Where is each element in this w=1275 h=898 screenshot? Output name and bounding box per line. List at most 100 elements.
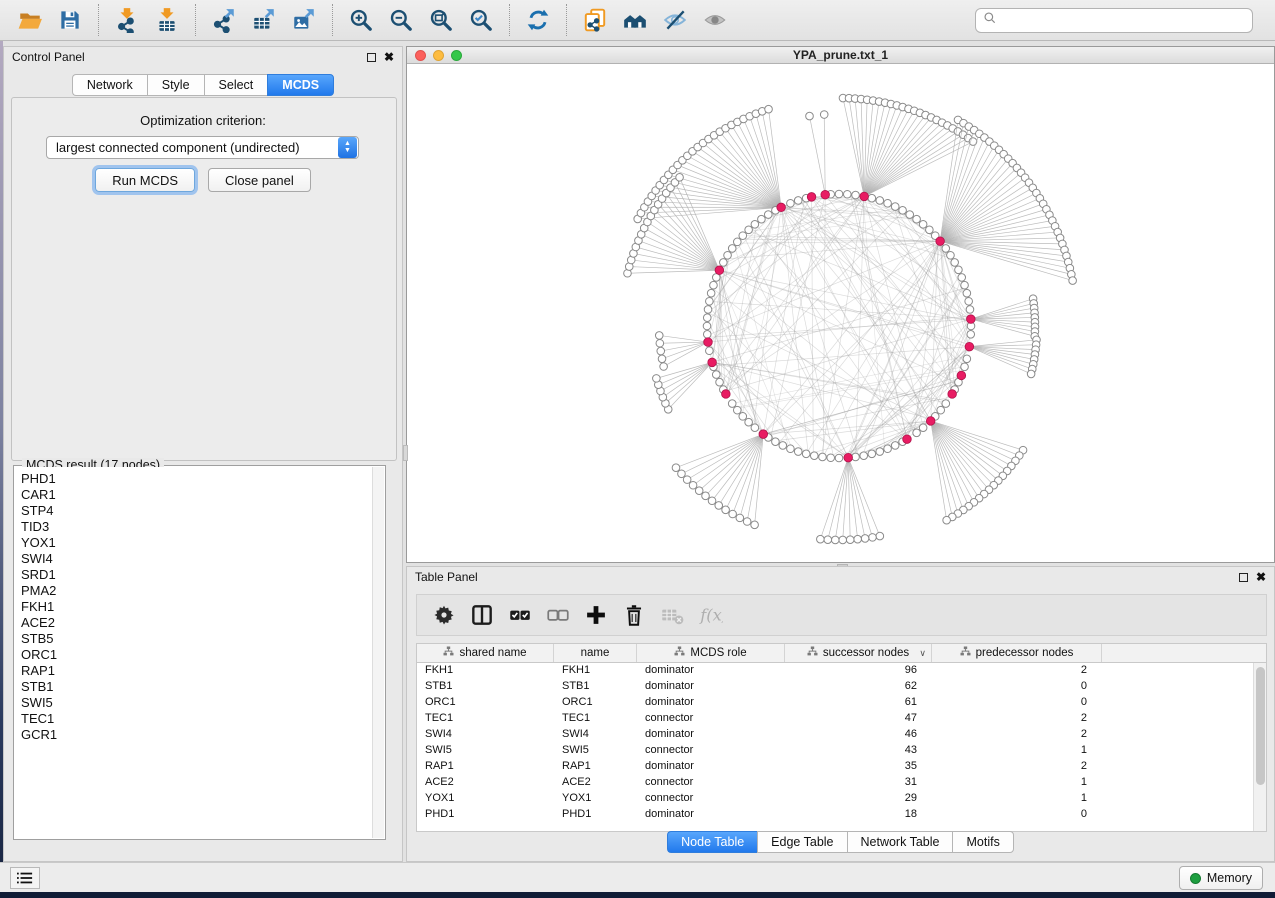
mcds-result-item[interactable]: GCR1 — [21, 727, 372, 743]
network-node[interactable] — [820, 111, 828, 119]
network-node[interactable] — [728, 245, 736, 253]
network-node[interactable] — [745, 418, 753, 426]
run-mcds-button[interactable]: Run MCDS — [95, 168, 195, 192]
network-node[interactable] — [839, 536, 847, 544]
mcds-result-item[interactable]: SRD1 — [21, 567, 372, 583]
network-node[interactable] — [658, 355, 666, 363]
network-node[interactable] — [657, 347, 665, 355]
network-node[interactable] — [743, 518, 751, 526]
column-header-successor-nodes[interactable]: successor nodes∨ — [785, 644, 932, 662]
zoom-selected-icon[interactable] — [464, 4, 498, 36]
network-node[interactable] — [703, 330, 711, 338]
network-node[interactable] — [942, 400, 950, 408]
mcds-node[interactable] — [777, 203, 786, 212]
deselect-all-icon[interactable] — [541, 599, 575, 631]
hide-selected-icon[interactable] — [658, 4, 692, 36]
network-node[interactable] — [843, 190, 851, 198]
network-node[interactable] — [831, 536, 839, 544]
mcds-result-item[interactable]: CAR1 — [21, 487, 372, 503]
table-scrollbar[interactable] — [1253, 663, 1266, 831]
network-node[interactable] — [758, 215, 766, 223]
network-node[interactable] — [733, 238, 741, 246]
column-header-predecessor-nodes[interactable]: predecessor nodes — [932, 644, 1102, 662]
network-node[interactable] — [966, 306, 974, 314]
tab-node-table[interactable]: Node Table — [667, 831, 757, 853]
network-node[interactable] — [751, 220, 759, 228]
divider-grip-left[interactable] — [403, 445, 408, 461]
network-node[interactable] — [729, 510, 737, 518]
float-table-panel-icon[interactable] — [1239, 573, 1248, 582]
network-node[interactable] — [751, 521, 759, 529]
import-table-icon[interactable] — [150, 4, 184, 36]
network-node[interactable] — [716, 378, 724, 386]
network-node[interactable] — [656, 339, 664, 347]
network-node[interactable] — [787, 199, 795, 207]
close-panel-button[interactable]: Close panel — [208, 168, 311, 192]
network-node[interactable] — [852, 453, 860, 461]
network-node[interactable] — [919, 424, 927, 432]
export-network-icon[interactable] — [207, 4, 241, 36]
zoom-fit-icon[interactable] — [424, 4, 458, 36]
network-node[interactable] — [806, 112, 814, 120]
network-node[interactable] — [745, 226, 753, 234]
network-node[interactable] — [655, 332, 663, 340]
network-node[interactable] — [702, 492, 710, 500]
network-node[interactable] — [951, 259, 959, 267]
network-node[interactable] — [926, 226, 934, 234]
mcds-result-item[interactable]: ORC1 — [21, 647, 372, 663]
first-neighbors-icon[interactable] — [618, 4, 652, 36]
network-canvas[interactable] — [407, 64, 1274, 562]
network-node[interactable] — [787, 445, 795, 453]
mcds-node[interactable] — [957, 371, 966, 380]
mcds-result-item[interactable]: YOX1 — [21, 535, 372, 551]
network-node[interactable] — [678, 470, 686, 478]
network-node[interactable] — [876, 532, 884, 540]
mcds-result-item[interactable]: PMA2 — [21, 583, 372, 599]
table-row[interactable]: ACE2ACE2connector311 — [417, 775, 1266, 791]
export-image-icon[interactable] — [287, 4, 321, 36]
table-row[interactable]: SWI5SWI5connector431 — [417, 743, 1266, 759]
network-node[interactable] — [876, 448, 884, 456]
network-node[interactable] — [689, 481, 697, 489]
add-entry-icon[interactable] — [579, 599, 613, 631]
network-node[interactable] — [728, 400, 736, 408]
network-node[interactable] — [720, 259, 728, 267]
mcds-result-item[interactable]: SWI4 — [21, 551, 372, 567]
network-node[interactable] — [967, 330, 975, 338]
select-all-icon[interactable] — [503, 599, 537, 631]
mcds-node[interactable] — [844, 453, 853, 462]
memory-button[interactable]: Memory — [1179, 866, 1263, 890]
mcds-result-list[interactable]: PHD1CAR1STP4TID3YOX1SWI4SRD1PMA2FKH1ACE2… — [15, 467, 372, 838]
network-node[interactable] — [869, 534, 877, 542]
column-header-shared-name[interactable]: shared name — [417, 644, 554, 662]
network-node[interactable] — [1027, 370, 1035, 378]
show-all-icon[interactable] — [698, 4, 732, 36]
network-node[interactable] — [963, 289, 971, 297]
mcds-result-item[interactable]: RAP1 — [21, 663, 372, 679]
save-session-icon[interactable] — [53, 4, 87, 36]
tab-style[interactable]: Style — [147, 74, 204, 96]
network-node[interactable] — [906, 211, 914, 219]
duplicate-network-icon[interactable] — [578, 4, 612, 36]
network-node[interactable] — [817, 535, 825, 543]
network-node[interactable] — [824, 536, 832, 544]
network-node[interactable] — [764, 211, 772, 219]
mcds-result-item[interactable]: ACE2 — [21, 615, 372, 631]
network-node[interactable] — [794, 197, 802, 205]
network-node[interactable] — [703, 314, 711, 322]
mcds-node[interactable] — [860, 192, 869, 201]
network-node[interactable] — [965, 297, 973, 305]
mcds-node[interactable] — [759, 430, 768, 439]
network-node[interactable] — [695, 487, 703, 495]
network-node[interactable] — [835, 190, 843, 198]
mcds-result-item[interactable]: STB1 — [21, 679, 372, 695]
column-header-name[interactable]: name — [554, 644, 637, 662]
network-node[interactable] — [942, 245, 950, 253]
mcds-node[interactable] — [722, 390, 731, 399]
table-row[interactable]: PHD1PHD1dominator180 — [417, 807, 1266, 823]
network-node[interactable] — [884, 445, 892, 453]
network-node[interactable] — [937, 406, 945, 414]
table-row[interactable]: RAP1RAP1dominator352 — [417, 759, 1266, 775]
network-node[interactable] — [707, 289, 715, 297]
network-node[interactable] — [961, 363, 969, 371]
